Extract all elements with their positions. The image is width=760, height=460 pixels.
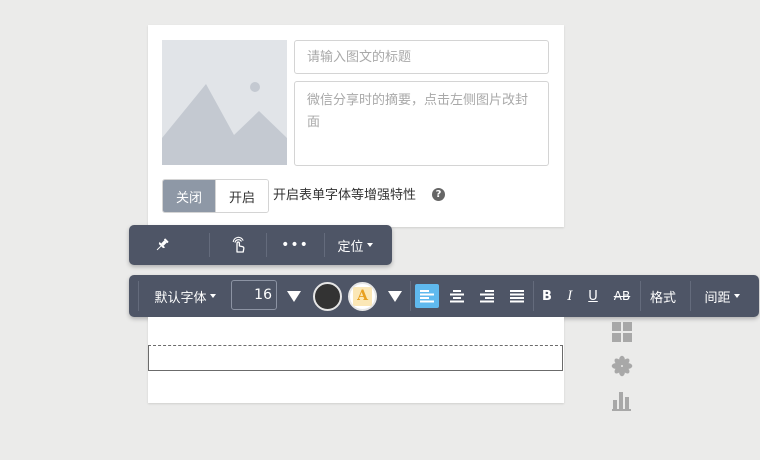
toolbar-divider bbox=[640, 281, 641, 311]
align-center-button[interactable] bbox=[445, 284, 469, 308]
toolbar-divider bbox=[533, 281, 534, 311]
position-dropdown[interactable]: 定位 bbox=[332, 225, 378, 265]
pin-button[interactable] bbox=[147, 225, 177, 265]
toggle-description: 开启表单字体等增强特性 bbox=[273, 188, 417, 203]
toolbar-divider bbox=[324, 233, 325, 257]
toolbar-divider bbox=[209, 233, 210, 257]
italic-button[interactable]: I bbox=[561, 275, 579, 317]
spacing-dropdown[interactable]: 间距 bbox=[699, 275, 745, 317]
pin-icon bbox=[156, 238, 169, 251]
align-left-icon bbox=[420, 290, 434, 303]
background-color-button[interactable]: A bbox=[348, 282, 377, 311]
triangle-down-icon bbox=[388, 290, 402, 302]
align-justify-button[interactable] bbox=[505, 284, 529, 308]
toggle-on-button[interactable]: 开启 bbox=[215, 180, 268, 212]
underline-button[interactable]: U bbox=[583, 275, 603, 317]
bar-chart-icon[interactable] bbox=[611, 390, 633, 412]
align-right-button[interactable] bbox=[475, 284, 499, 308]
help-icon[interactable]: ? bbox=[432, 188, 445, 201]
strikethrough-button[interactable]: AB bbox=[608, 275, 636, 317]
grid-icon[interactable] bbox=[611, 321, 633, 343]
caret-down-icon bbox=[209, 294, 216, 298]
font-size-input[interactable] bbox=[231, 280, 277, 310]
summary-input[interactable] bbox=[294, 81, 549, 166]
font-family-label: 默认字体 bbox=[154, 290, 207, 306]
tap-icon bbox=[232, 236, 245, 253]
bold-button[interactable]: B bbox=[537, 275, 557, 317]
font-family-dropdown[interactable]: 默认字体 bbox=[147, 275, 223, 317]
align-justify-icon bbox=[510, 290, 524, 303]
triangle-down-icon bbox=[287, 290, 301, 302]
caret-down-icon bbox=[366, 243, 373, 247]
align-center-icon bbox=[450, 290, 464, 303]
format-button[interactable]: 格式 bbox=[644, 275, 682, 317]
enhance-toggle[interactable]: 关闭 开启 bbox=[162, 179, 269, 213]
font-color-button[interactable] bbox=[313, 282, 342, 311]
editor-active-line[interactable] bbox=[148, 345, 563, 371]
toggle-off-button[interactable]: 关闭 bbox=[163, 180, 215, 212]
more-icon: ••• bbox=[281, 237, 309, 253]
toolbar-divider bbox=[138, 281, 139, 311]
cover-image-placeholder[interactable] bbox=[162, 40, 287, 165]
more-button[interactable]: ••• bbox=[275, 225, 315, 265]
toolbar-divider bbox=[410, 281, 411, 311]
toolbar-divider bbox=[266, 233, 267, 257]
align-right-icon bbox=[480, 290, 494, 303]
toolbar-divider bbox=[690, 281, 691, 311]
font-size-dropdown[interactable] bbox=[283, 275, 305, 317]
spacing-label: 间距 bbox=[704, 290, 731, 306]
highlight-a-icon: A bbox=[353, 287, 372, 306]
caret-down-icon bbox=[733, 294, 740, 298]
asterisk-icon[interactable] bbox=[611, 355, 633, 377]
position-label: 定位 bbox=[337, 239, 364, 255]
title-input[interactable] bbox=[294, 40, 549, 74]
tap-button[interactable] bbox=[224, 225, 254, 265]
block-toolbar: ••• 定位 bbox=[129, 225, 392, 265]
image-placeholder-icon bbox=[162, 40, 287, 165]
format-toolbar: 默认字体 A B I U AB 格式 bbox=[129, 275, 759, 317]
align-left-button[interactable] bbox=[415, 284, 439, 308]
color-dropdown[interactable] bbox=[384, 275, 406, 317]
